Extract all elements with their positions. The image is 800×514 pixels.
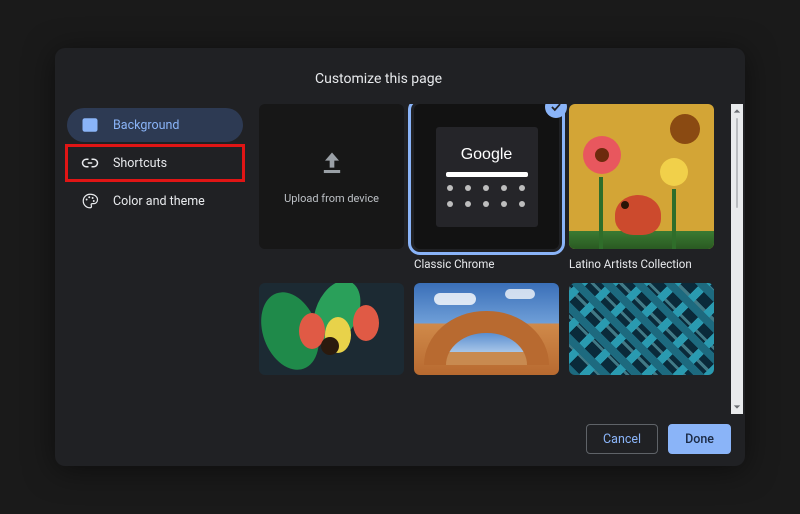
scrollbar-track[interactable] [734, 118, 740, 400]
customize-dialog: Customize this page Background [55, 48, 745, 466]
dialog-footer: Cancel Done [586, 424, 731, 454]
done-button[interactable]: Done [668, 424, 731, 454]
sidebar-item-label: Color and theme [113, 194, 205, 209]
sidebar-item-background[interactable]: Background [67, 108, 243, 142]
link-icon [81, 154, 99, 172]
image-icon [81, 116, 99, 134]
sidebar-item-shortcuts[interactable]: Shortcuts [67, 146, 243, 180]
sidebar-item-label: Background [113, 118, 179, 133]
sidebar-item-color-theme[interactable]: Color and theme [67, 184, 243, 218]
scrollbar[interactable] [731, 104, 743, 414]
tile-classic-chrome[interactable]: Google [414, 104, 559, 271]
dialog-title: Customize this page [315, 71, 442, 87]
content-area: Upload from device Google [255, 104, 745, 414]
tile-label: Latino Artists Collection [569, 257, 714, 271]
tile-collection-4[interactable] [259, 283, 404, 375]
google-logo-text: Google [461, 146, 513, 164]
upload-thumb[interactable]: Upload from device [259, 104, 404, 249]
palette-icon [81, 192, 99, 210]
scroll-up-icon[interactable] [731, 104, 743, 118]
collection-thumb[interactable] [259, 283, 404, 375]
tile-upload[interactable]: Upload from device [259, 104, 404, 271]
latino-thumb[interactable] [569, 104, 714, 249]
tile-collection-6[interactable] [569, 283, 714, 375]
classic-thumb[interactable]: Google [414, 104, 559, 249]
sidebar-item-label: Shortcuts [113, 156, 167, 171]
upload-icon [318, 149, 346, 180]
search-bar-preview [446, 172, 528, 177]
tile-label [259, 257, 404, 271]
dialog-body: Background Shortcuts [55, 104, 745, 414]
scroll-region: Upload from device Google [255, 104, 729, 414]
sidebar: Background Shortcuts [55, 104, 255, 414]
scroll-down-icon[interactable] [731, 400, 743, 414]
tile-label: Classic Chrome [414, 257, 559, 271]
classic-preview: Google [436, 127, 538, 227]
upload-label: Upload from device [284, 192, 379, 205]
shortcut-dots [447, 185, 527, 207]
collection-thumb[interactable] [569, 283, 714, 375]
tile-collection-5[interactable] [414, 283, 559, 375]
collection-thumb[interactable] [414, 283, 559, 375]
scrollbar-thumb[interactable] [736, 118, 738, 208]
tile-latino-artists[interactable]: Latino Artists Collection [569, 104, 714, 271]
background-grid: Upload from device Google [255, 104, 729, 375]
cancel-button[interactable]: Cancel [586, 424, 658, 454]
